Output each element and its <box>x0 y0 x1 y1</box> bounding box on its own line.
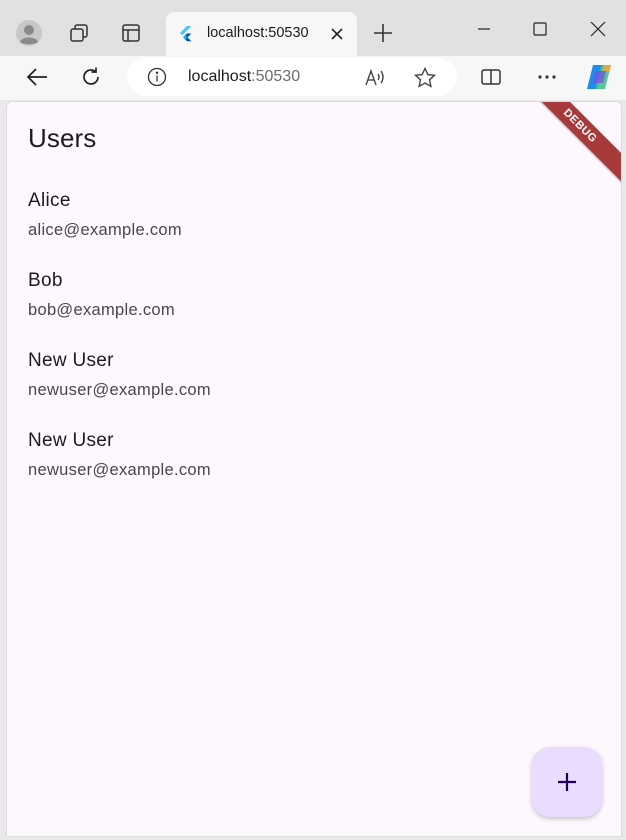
list-item[interactable]: Bob bob@example.com <box>7 262 621 342</box>
split-screen-button[interactable] <box>474 60 508 94</box>
add-icon <box>558 773 576 791</box>
browser-toolbar: localhost:50530 <box>0 56 626 100</box>
user-email: newuser@example.com <box>28 381 211 399</box>
user-email: newuser@example.com <box>28 461 211 479</box>
close-window-icon <box>590 21 606 37</box>
tab-actions-button[interactable] <box>114 16 148 50</box>
close-icon <box>331 28 343 40</box>
list-item[interactable]: New User newuser@example.com <box>7 342 621 422</box>
copilot-icon <box>587 65 611 89</box>
user-name: New User <box>28 430 114 451</box>
list-item[interactable]: Alice alice@example.com <box>7 182 621 262</box>
read-aloud-icon[interactable] <box>363 66 387 90</box>
refresh-button[interactable] <box>74 60 108 94</box>
user-name: Bob <box>28 270 63 291</box>
url-host: localhost <box>188 68 252 85</box>
back-arrow-icon <box>26 68 47 86</box>
star-icon[interactable] <box>413 66 437 90</box>
tab-title: localhost:50530 <box>207 25 309 41</box>
more-icon <box>538 75 556 79</box>
active-tab[interactable]: localhost:50530 <box>166 12 357 56</box>
minimize-button[interactable] <box>466 12 502 46</box>
page-viewport: Users Alice alice@example.com Bob bob@ex… <box>6 101 622 837</box>
tab-actions-icon <box>122 24 140 42</box>
minimize-icon <box>478 28 490 30</box>
user-email: alice@example.com <box>28 221 182 239</box>
url-text[interactable]: localhost:50530 <box>188 68 300 86</box>
debug-banner: DEBUG <box>519 102 621 187</box>
collections-icon <box>70 24 88 42</box>
split-screen-icon <box>481 69 501 85</box>
browser-window: localhost:50530 localhost:50530 Users Al… <box>0 0 626 840</box>
collections-button[interactable] <box>62 16 96 50</box>
new-tab-button[interactable] <box>366 16 400 50</box>
close-tab-button[interactable] <box>326 23 348 45</box>
copilot-button[interactable] <box>582 60 616 94</box>
more-button[interactable] <box>530 60 564 94</box>
back-button[interactable] <box>20 60 54 94</box>
list-item[interactable]: New User newuser@example.com <box>7 422 621 502</box>
profile-icon <box>16 20 42 46</box>
profile-button[interactable] <box>12 16 46 50</box>
close-window-button[interactable] <box>580 12 616 46</box>
user-email: bob@example.com <box>28 301 175 319</box>
url-port: :50530 <box>251 68 301 85</box>
refresh-icon <box>83 67 99 85</box>
maximize-icon <box>533 22 547 36</box>
tab-strip: localhost:50530 <box>0 0 626 56</box>
user-name: Alice <box>28 190 71 211</box>
add-user-button[interactable] <box>532 747 602 817</box>
address-bar[interactable]: localhost:50530 <box>127 58 457 96</box>
info-icon[interactable] <box>147 67 167 87</box>
page-title: Users <box>28 123 97 153</box>
flutter-icon <box>180 26 192 42</box>
user-name: New User <box>28 350 114 371</box>
plus-icon <box>374 24 392 42</box>
user-list: Alice alice@example.com Bob bob@example.… <box>7 182 621 502</box>
maximize-button[interactable] <box>522 12 558 46</box>
